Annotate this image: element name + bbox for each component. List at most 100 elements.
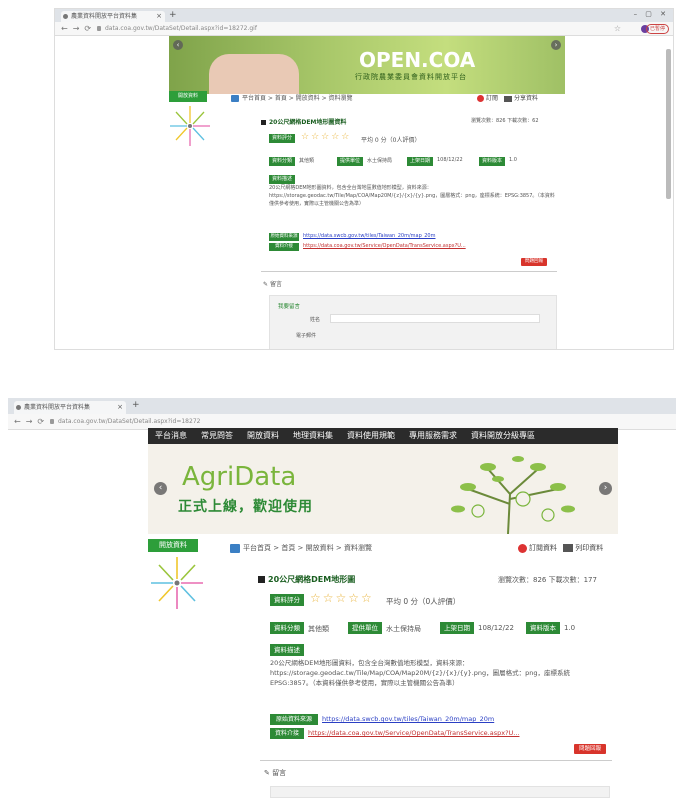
page-scrollbar[interactable] [666, 49, 671, 199]
tab-title: 農業資料開放平台資料集 [71, 13, 138, 20]
browser-tab[interactable]: 農業資料開放平台資料集 × [61, 11, 165, 22]
new-tab-icon[interactable]: + [169, 10, 177, 20]
nav-item-faq[interactable]: 常見問答 [201, 428, 233, 444]
field-value-date-2: 108/12/22 [478, 624, 514, 632]
new-tab-icon[interactable]: + [132, 400, 140, 410]
banner-prev-icon[interactable]: ‹ [154, 482, 167, 495]
banner-next-icon[interactable]: › [551, 40, 561, 50]
hero-banner: OPEN.COA 行政院農業委員會資料開放平台 ‹ › [169, 36, 565, 94]
close-tab-icon[interactable]: × [156, 11, 162, 22]
print-icon[interactable] [563, 544, 574, 552]
breadcrumb-text[interactable]: 平台首頁 > 首頁 > 開放資料 > 資料瀏覽 [242, 95, 353, 102]
nav-buttons-icon[interactable]: ←→⟳ [61, 22, 96, 36]
extension-badge[interactable]: 已暫停 [645, 24, 669, 34]
rating-label-2: 資料評分 [270, 594, 304, 606]
comment-box: 我要留言 姓名 電子郵件 [269, 295, 557, 349]
field-label-category-2: 資料分類 [270, 622, 304, 634]
field-value-provider: 水土保持局 [367, 158, 393, 164]
banner-prev-icon[interactable]: ‹ [173, 40, 183, 50]
name-label: 姓名 [310, 317, 321, 323]
share-link[interactable]: 分享資料 [514, 95, 538, 102]
nav-item-geo[interactable]: 地理資料集 [293, 428, 333, 444]
home-icon[interactable] [230, 543, 240, 553]
field-value-category: 其他類 [299, 158, 315, 164]
field-label-date-2: 上架日期 [440, 622, 474, 634]
field-value-version-2: 1.0 [564, 624, 576, 632]
screenshot-top: 農業資料開放平台資料集 × + – ▢ ✕ ←→⟳ data.coa.gov.t… [54, 8, 674, 350]
subscribe-link-2[interactable]: 訂閱資料 [529, 544, 557, 552]
nav-item-service[interactable]: 專用服務需求 [409, 428, 457, 444]
rating-stars[interactable]: ☆☆☆☆☆ [301, 132, 351, 142]
browser-tab-bar: 農業資料開放平台資料集 × + – ▢ ✕ [55, 9, 673, 22]
title-marker-icon [258, 576, 265, 583]
nav-item-grading[interactable]: 資料開放分級專區 [471, 428, 535, 444]
name-input[interactable] [330, 314, 540, 323]
report-button-2[interactable]: 問題回報 [574, 744, 606, 754]
source-link-label-2: 原始資料來源 [270, 714, 318, 725]
rating-stars-2[interactable]: ☆☆☆☆☆ [310, 591, 374, 605]
home-icon[interactable] [231, 95, 239, 102]
print-icon[interactable] [503, 95, 512, 102]
field-value-category-2: 其他類 [308, 625, 329, 633]
tree-illustration [451, 456, 575, 534]
view-count-2: 瀏覽次數：826 下載次數：177 [498, 576, 597, 584]
field-value-version: 1.0 [509, 157, 517, 163]
browser-tab-bar-2: 農業資料開放平台資料集 × + [8, 398, 676, 414]
field-label-version: 資料版本 [479, 157, 505, 166]
field-label-provider-2: 提供單位 [348, 622, 382, 634]
url-field[interactable]: data.coa.gov.tw/DataSet/Detail.aspx?id=1… [105, 22, 257, 36]
field-label-category: 資料分類 [269, 157, 295, 166]
nav-buttons-icon[interactable]: ←→⟳ [14, 414, 49, 430]
subscribe-link[interactable]: 訂閱 [486, 95, 498, 102]
browser-tab-2[interactable]: 農業資料開放平台資料集 × [14, 401, 126, 414]
description-label-2: 資料描述 [270, 644, 304, 656]
comment-icon: ✎ [263, 281, 270, 288]
favicon-icon [63, 14, 68, 19]
rating-label: 資料評分 [269, 134, 295, 143]
window-controls-icon[interactable]: – ▢ ✕ [634, 10, 669, 18]
field-label-date: 上架日期 [407, 157, 433, 166]
comment-icon: ✎ [264, 769, 273, 777]
breadcrumb-text-2[interactable]: 平台首頁 > 首頁 > 開放資料 > 資料瀏覽 [243, 544, 372, 552]
subscribe-icon[interactable] [518, 543, 527, 553]
action-links-2: 訂閱資料 列印資料 [518, 543, 603, 553]
divider [261, 271, 557, 272]
sidebar-open-data-button-2[interactable]: 開放資料 [148, 539, 198, 552]
divider-2 [260, 760, 612, 761]
sidebar-open-data-button[interactable]: 開放資料 [169, 91, 207, 102]
action-links: 訂閱 分享資料 [477, 93, 538, 102]
comment-title-text-2: 留言 [272, 769, 287, 777]
bookmark-star-icon[interactable]: ☆ [614, 22, 621, 36]
banner-next-icon[interactable]: › [599, 482, 612, 495]
nav-item-news[interactable]: 平台消息 [155, 428, 187, 444]
rating-text: 平均 0 分（0人評價） [361, 137, 421, 144]
dataset-title-text: 20公尺網格DEM地形圖資料 [269, 119, 347, 126]
source-link[interactable]: https://data.swcb.gov.tw/tiles/Taiwan_20… [303, 233, 503, 239]
comment-box-2 [270, 786, 610, 798]
flower-logo [170, 106, 210, 146]
close-tab-icon[interactable]: × [117, 401, 123, 414]
rating-text-2: 平均 0 分（0人評價） [386, 597, 461, 606]
api-link-label-2: 資料介接 [270, 728, 304, 739]
tab-title-2: 農業資料開放平台資料集 [24, 404, 91, 411]
report-button[interactable]: 問題回報 [521, 258, 547, 266]
comment-box-title: 我要留言 [278, 304, 301, 310]
nav-item-rules[interactable]: 資料使用規範 [347, 428, 395, 444]
top-navigation: 平台消息 常見問答 開放資料 地理資料集 資料使用規範 專用服務需求 資料開放分級專區 [148, 428, 618, 444]
dataset-title-text-2: 20公尺網格DEM地形圖 [268, 575, 356, 584]
field-label-provider: 提供單位 [337, 157, 363, 166]
api-link-2[interactable]: https://data.coa.gov.tw/Service/OpenData… [308, 729, 548, 737]
email-label: 電子郵件 [296, 333, 317, 339]
banner-title-2: AgriData [182, 462, 297, 492]
title-marker-icon [261, 120, 266, 125]
comment-title-text: 留言 [269, 281, 282, 288]
screenshot-bottom: 農業資料開放平台資料集 × + ←→⟳ data.coa.gov.tw/Data… [8, 398, 676, 798]
api-link[interactable]: https://data.coa.gov.tw/Service/OpenData… [303, 243, 503, 249]
nav-item-open-data[interactable]: 開放資料 [247, 428, 279, 444]
lock-icon [50, 419, 54, 424]
lock-icon [97, 26, 101, 31]
source-link-2[interactable]: https://data.swcb.gov.tw/tiles/Taiwan_20… [322, 715, 532, 723]
comment-title-2: ✎ 留言 [264, 768, 286, 778]
print-link-2[interactable]: 列印資料 [575, 544, 603, 552]
subscribe-icon[interactable] [477, 95, 484, 102]
